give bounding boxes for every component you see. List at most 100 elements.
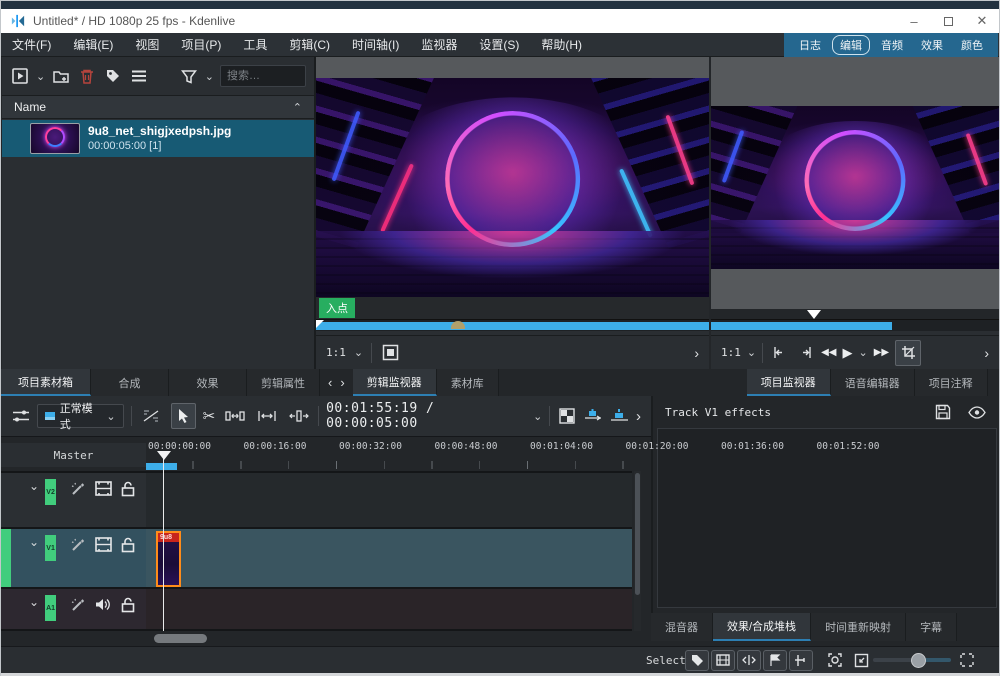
set-out-point-icon[interactable]: [795, 343, 815, 363]
tab-audio-editor[interactable]: 语音编辑器: [830, 369, 915, 396]
track-header-a1[interactable]: ⌄ A1: [1, 589, 146, 631]
clip-monitor-more-icon[interactable]: ›: [694, 345, 699, 361]
track-tag[interactable]: A1: [45, 595, 57, 621]
tab-scroll-right-icon[interactable]: ›: [340, 375, 344, 390]
project-monitor-zoom[interactable]: 1:1: [721, 346, 741, 359]
timecode-dropdown-icon[interactable]: ⌄: [533, 410, 542, 423]
delete-button[interactable]: [77, 66, 97, 86]
timeline-zone-bar[interactable]: [146, 463, 177, 470]
clip-monitor-video[interactable]: [316, 78, 709, 297]
timeline-playhead[interactable]: [163, 455, 164, 631]
bin-search-input[interactable]: [220, 65, 306, 87]
menu-file[interactable]: 文件(F): [1, 33, 62, 57]
tab-project-notes[interactable]: 项目注释: [914, 369, 988, 396]
create-folder-button[interactable]: [51, 66, 71, 86]
project-monitor-playhead[interactable]: [807, 310, 821, 319]
track-config-icon[interactable]: [11, 406, 30, 426]
slip-tool-button[interactable]: [286, 403, 311, 429]
bin-name-header[interactable]: Name ⌃: [2, 95, 314, 119]
play-button[interactable]: ▶: [842, 345, 852, 361]
tab-compositions[interactable]: 合成: [91, 369, 169, 396]
menu-help[interactable]: 帮助(H): [530, 33, 593, 57]
menu-view[interactable]: 视图: [124, 33, 170, 57]
track-effects-wand-icon[interactable]: [70, 597, 86, 613]
show-video-thumbnails-toggle[interactable]: [711, 649, 735, 671]
track-hide-video-icon[interactable]: [95, 481, 112, 496]
play-dropdown-icon[interactable]: ⌄: [858, 346, 867, 359]
show-tags-toggle[interactable]: [685, 649, 709, 671]
clip-monitor-playhead[interactable]: [316, 320, 324, 328]
layout-effects[interactable]: 效果: [914, 36, 950, 54]
layout-audio[interactable]: 音频: [874, 36, 910, 54]
menu-edit[interactable]: 编辑(E): [62, 33, 124, 57]
tab-time-remap[interactable]: 时间重新映射: [811, 613, 907, 641]
tab-effects[interactable]: 效果: [169, 369, 247, 396]
menu-settings[interactable]: 设置(S): [468, 33, 530, 57]
layout-editing[interactable]: 编辑: [832, 35, 870, 55]
zone-crop-button[interactable]: [895, 339, 922, 366]
bin-menu-button[interactable]: [129, 66, 149, 86]
zoom-to-zone-icon[interactable]: [851, 650, 871, 670]
project-monitor-zoom-dropdown-icon[interactable]: ⌄: [747, 346, 756, 359]
track-tag[interactable]: V1: [45, 535, 57, 561]
bin-clip-row[interactable]: 9u8_net_shigjxedpsh.jpg 00:00:05:00 [1]: [2, 120, 314, 157]
timeline-clip[interactable]: 9u8: [156, 531, 181, 587]
track-lane-a1[interactable]: [146, 589, 632, 631]
tab-clip-monitor[interactable]: 剪辑监视器: [352, 369, 437, 396]
tab-library[interactable]: 素材库: [436, 369, 499, 396]
layout-log[interactable]: 日志: [792, 36, 828, 54]
tab-project-bin[interactable]: 项目素材箱: [1, 369, 91, 396]
menu-tools[interactable]: 工具: [232, 33, 278, 57]
timeline-horizontal-scrollbar[interactable]: [146, 633, 632, 644]
track-mute-speaker-icon[interactable]: [95, 597, 112, 612]
collapse-track-icon[interactable]: ⌄: [29, 535, 39, 549]
project-monitor-seekbar[interactable]: [711, 319, 999, 331]
close-button[interactable]: ✕: [965, 9, 999, 33]
insert-zone-timeline-icon[interactable]: [584, 406, 603, 426]
razor-tool-button[interactable]: ✂: [203, 407, 216, 425]
collapse-track-icon[interactable]: ⌄: [29, 595, 39, 609]
transparency-icon[interactable]: [557, 406, 576, 426]
selection-tool-button[interactable]: [170, 403, 196, 429]
menu-project[interactable]: 项目(P): [170, 33, 232, 57]
clip-monitor-seekbar[interactable]: [316, 319, 709, 331]
project-monitor-video[interactable]: [711, 106, 999, 269]
fit-zoom-button[interactable]: [254, 403, 279, 429]
track-effects-wand-icon[interactable]: [70, 481, 86, 497]
minimize-button[interactable]: –: [897, 9, 931, 33]
track-hide-video-icon[interactable]: [95, 537, 112, 552]
timeline-toolbar-more-icon[interactable]: ›: [636, 408, 641, 425]
add-clip-button[interactable]: [10, 66, 30, 86]
track-lane-v2[interactable]: [146, 471, 632, 529]
timeline-ruler[interactable]: 00:00:00:00 00:00:16:00 00:00:32:00 00:00:4…: [146, 441, 879, 469]
rewind-button[interactable]: ◀◀: [821, 347, 836, 358]
spacer-tool-button[interactable]: [222, 403, 247, 429]
show-audio-thumbnails-toggle[interactable]: [737, 649, 761, 671]
tab-project-monitor[interactable]: 项目监视器: [746, 369, 831, 396]
effects-visibility-eye-icon[interactable]: [967, 402, 987, 422]
track-header-v2[interactable]: ⌄ V2: [1, 471, 146, 529]
tab-subtitles[interactable]: 字幕: [906, 613, 958, 641]
track-lock-icon[interactable]: [121, 481, 135, 497]
mix-clips-icon[interactable]: [139, 403, 164, 429]
timeline-zoom-slider[interactable]: [873, 650, 951, 671]
menu-timeline[interactable]: 时间轴(I): [341, 33, 410, 57]
clip-monitor-zoom-dropdown-icon[interactable]: ⌄: [354, 346, 363, 359]
clip-monitor-zoom[interactable]: 1:1: [326, 346, 346, 359]
tag-button[interactable]: [103, 66, 123, 86]
add-clip-dropdown-icon[interactable]: ⌄: [36, 70, 45, 83]
set-in-point-icon[interactable]: [769, 343, 789, 363]
track-header-v1[interactable]: ⌄ V1: [1, 529, 146, 589]
track-lock-icon[interactable]: [121, 537, 135, 553]
forward-button[interactable]: ▶▶: [874, 347, 889, 358]
track-lock-icon[interactable]: [121, 597, 135, 613]
track-effects-wand-icon[interactable]: [70, 537, 86, 553]
layout-color[interactable]: 颜色: [954, 36, 990, 54]
tab-effect-stack[interactable]: 效果/合成堆栈: [713, 613, 812, 641]
maximize-button[interactable]: [931, 9, 965, 33]
project-monitor-more-icon[interactable]: ›: [984, 345, 989, 361]
track-tag[interactable]: V2: [45, 479, 57, 505]
timeline-position[interactable]: 00:01:55:19: [326, 401, 418, 416]
zoom-to-project-icon[interactable]: [825, 650, 845, 670]
edit-mode-dropdown[interactable]: 正常模式 ⌄: [37, 403, 124, 431]
